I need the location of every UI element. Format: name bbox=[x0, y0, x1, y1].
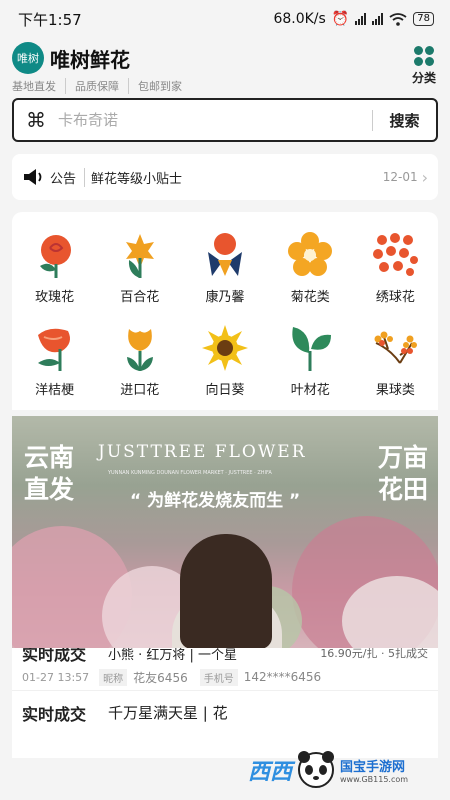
battery-icon: 78 bbox=[413, 12, 434, 26]
grid-icon bbox=[413, 46, 434, 66]
category-lily[interactable]: 百合花 bbox=[97, 230, 182, 305]
brand-name: 唯树鲜花 bbox=[50, 47, 130, 72]
list-item[interactable]: 实时成交 千万星满天星 | 花 bbox=[12, 690, 438, 734]
status-bar: 下午1:57 68.0K/s ⏰ 78 bbox=[0, 0, 450, 38]
banner-small-text: YUNNAN KUNMING DOUNAN FLOWER MARKET · JU… bbox=[108, 470, 272, 476]
category-chrysanthemum[interactable]: 菊花类 bbox=[268, 230, 353, 305]
category-label: 玫瑰花 bbox=[35, 290, 75, 305]
app-header: 唯树 唯树鲜花 基地直发 品质保障 包邮到家 分类 bbox=[0, 38, 450, 96]
list-item[interactable]: 实时成交 小熊 · 红万将 | 一个星 16.90元/扎 · 5扎成交 bbox=[12, 648, 438, 664]
chrysanthemum-icon bbox=[288, 232, 333, 276]
category-berries[interactable]: 果球类 bbox=[353, 323, 438, 398]
watermark-url: www.GB115.com bbox=[340, 775, 409, 784]
banner-right-title: 万亩花田 bbox=[377, 443, 428, 504]
chevron-right-icon: › bbox=[421, 167, 428, 187]
search-button[interactable]: 搜索 bbox=[372, 109, 436, 131]
category-sunflower[interactable]: 向日葵 bbox=[182, 323, 267, 398]
category-rose[interactable]: 玫瑰花 bbox=[12, 230, 97, 305]
category-label: 绣球花 bbox=[375, 290, 415, 305]
category-foliage[interactable]: 叶材花 bbox=[268, 323, 353, 398]
rose-icon bbox=[39, 235, 71, 278]
alarm-icon: ⏰ bbox=[331, 11, 350, 27]
banner-english: JUSTTREE FLOWER bbox=[98, 442, 307, 462]
tag-item: 包邮到家 bbox=[138, 80, 182, 93]
command-icon: ⌘ bbox=[26, 108, 46, 132]
notice-label: 公告 bbox=[50, 167, 86, 187]
tag-item: 品质保障 bbox=[66, 78, 129, 94]
brand-logo: 唯树 bbox=[12, 42, 44, 74]
category-grid: 玫瑰花 百合花 康乃馨 菊花类 绣球花 洋桔梗 进口花 向日葵 叶材花 果球类 bbox=[12, 212, 438, 410]
list-item-meta: 01-27 13:57 昵称 花友6456 手机号 142****6456 bbox=[22, 668, 322, 686]
watermark-site: 国宝手游网 bbox=[340, 760, 406, 775]
category-label: 洋桔梗 bbox=[35, 383, 75, 398]
category-label: 菊花类 bbox=[290, 290, 330, 305]
category-imported[interactable]: 进口花 bbox=[97, 323, 182, 398]
category-label: 叶材花 bbox=[290, 383, 330, 398]
brand-tags: 基地直发 品质保障 包邮到家 bbox=[12, 78, 191, 94]
category-lisianthus[interactable]: 洋桔梗 bbox=[12, 323, 97, 398]
category-hydrangea[interactable]: 绣球花 bbox=[353, 230, 438, 305]
category-label: 分类 bbox=[411, 71, 436, 85]
tulip-icon bbox=[126, 329, 153, 371]
notice-date: 12-01 bbox=[382, 170, 418, 184]
category-label: 果球类 bbox=[375, 383, 415, 398]
category-label: 进口花 bbox=[120, 383, 160, 398]
berry-icon bbox=[374, 331, 418, 364]
banner-left-title: 云南直发 bbox=[24, 443, 75, 504]
panda-icon bbox=[298, 751, 335, 788]
wifi-icon bbox=[389, 12, 407, 26]
leaf-icon bbox=[292, 327, 332, 371]
signal-icon-2 bbox=[372, 13, 384, 25]
signal-icon bbox=[355, 13, 367, 25]
network-speed: 68.0K/s bbox=[273, 11, 326, 27]
banner-slogan: “ 为鲜花发烧友而生 ” bbox=[130, 491, 301, 511]
status-time: 下午1:57 bbox=[18, 10, 82, 29]
promo-banner[interactable]: 云南直发 万亩花田 JUSTTREE FLOWER YUNNAN KUNMING… bbox=[12, 416, 438, 648]
hydrangea-icon bbox=[373, 233, 419, 276]
category-label: 康乃馨 bbox=[205, 290, 245, 305]
category-label: 向日葵 bbox=[205, 383, 245, 398]
notice-text: 鲜花等级小贴士 bbox=[91, 171, 183, 187]
search-bar: ⌘ 搜索 bbox=[12, 98, 438, 142]
search-input[interactable] bbox=[58, 111, 372, 129]
tag-item: 基地直发 bbox=[12, 78, 66, 94]
watermark: 西西 国宝手游网 www.GB115.com bbox=[248, 742, 448, 798]
notice-bar[interactable]: 公告 鲜花等级小贴士 12-01 › bbox=[12, 154, 438, 200]
sunflower-icon bbox=[201, 325, 248, 371]
category-label: 百合花 bbox=[120, 290, 160, 305]
carnation-icon bbox=[207, 233, 242, 276]
lisianthus-icon bbox=[37, 328, 70, 371]
category-carnation[interactable]: 康乃馨 bbox=[182, 230, 267, 305]
lily-icon bbox=[125, 234, 154, 278]
watermark-brand: 西西 bbox=[248, 760, 293, 785]
category-button[interactable]: 分类 bbox=[412, 46, 436, 86]
speaker-icon bbox=[24, 169, 42, 185]
